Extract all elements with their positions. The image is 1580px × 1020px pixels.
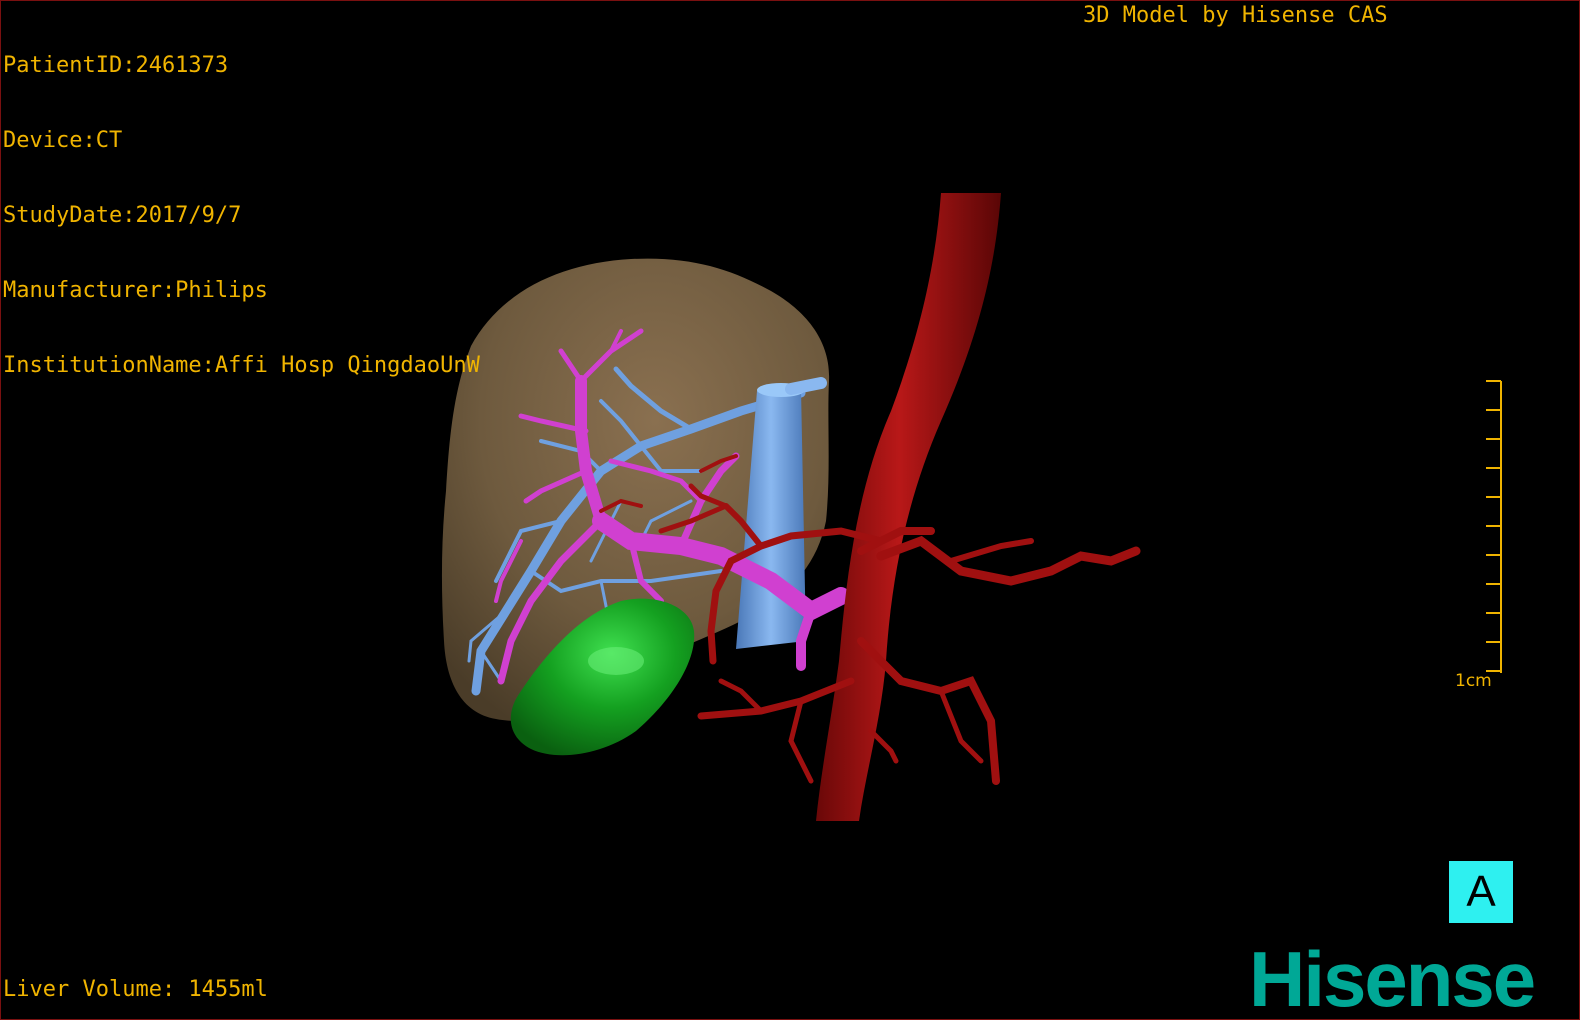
institution-text: InstitutionName:Affi Hosp QingdaoUnW [3, 353, 480, 378]
hisense-logo: Hisense [1249, 935, 1536, 1020]
scale-bar [1486, 380, 1502, 673]
dicom-info-overlay: PatientID:2461373 Device:CT StudyDate:20… [3, 3, 480, 428]
render-viewport[interactable]: PatientID:2461373 Device:CT StudyDate:20… [0, 0, 1580, 1020]
device-text: Device:CT [3, 128, 123, 153]
model-credit-text: 3D Model by Hisense CAS [1083, 3, 1388, 28]
liver-volume-text: Liver Volume: 1455ml [3, 977, 268, 1002]
scale-bar-label: 1cm [1455, 671, 1492, 691]
orientation-marker-button[interactable]: A [1449, 861, 1513, 923]
study-date-text: StudyDate:2017/9/7 [3, 203, 242, 228]
patient-id-text: PatientID:2461373 [3, 53, 229, 78]
manufacturer-text: Manufacturer:Philips [3, 278, 268, 303]
